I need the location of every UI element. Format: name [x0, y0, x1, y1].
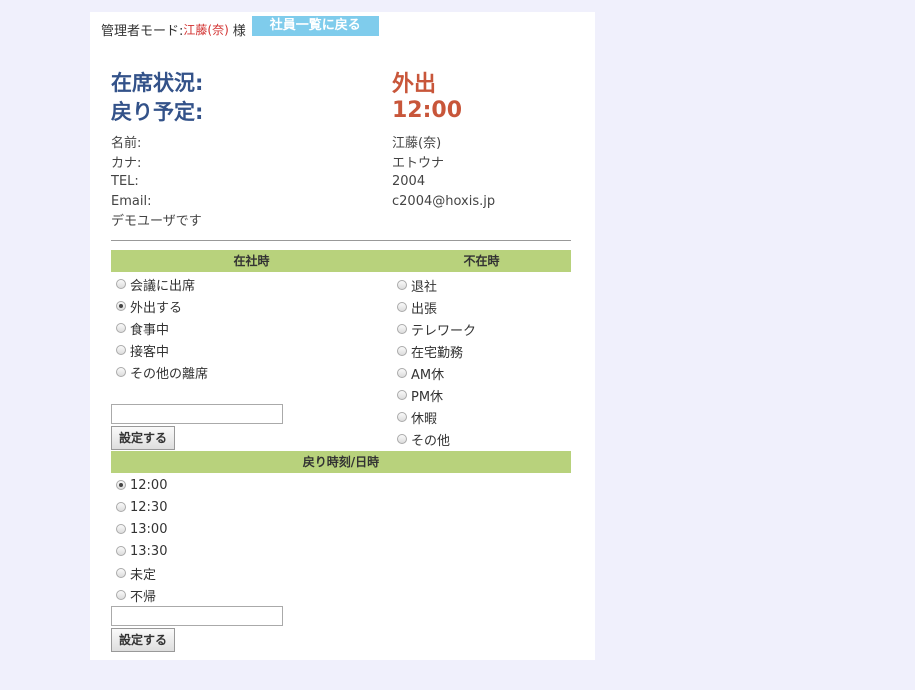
return-time-custom-input[interactable]	[111, 606, 283, 626]
radio-label: 未定	[130, 567, 157, 583]
radio-label: 12:00	[130, 477, 168, 493]
return-time-option[interactable]: 13:30	[111, 540, 167, 562]
back-to-employee-list-button[interactable]: 社員一覧に戻る	[251, 16, 379, 36]
radio-button[interactable]	[116, 590, 126, 600]
name-value: 江藤(奈)	[392, 135, 442, 151]
return-value: 12:00	[392, 98, 463, 123]
radio-label: テレワーク	[411, 323, 477, 339]
return-time-option[interactable]: 12:30	[111, 496, 167, 518]
kana-value: エトウナ	[392, 155, 445, 171]
return-time-option[interactable]: 12:00	[111, 474, 167, 496]
radio-button[interactable]	[397, 368, 407, 378]
presence-row: 在席状況: 外出	[111, 67, 571, 97]
return-label: 戻り予定:	[111, 99, 204, 124]
in-office-option[interactable]: 外出する	[111, 295, 208, 317]
radio-label: 会議に出席	[130, 278, 196, 294]
in-office-set-button[interactable]: 設定する	[111, 426, 176, 450]
radio-label: 在宅勤務	[411, 345, 464, 361]
return-time-set-button[interactable]: 設定する	[111, 628, 176, 652]
return-time-option[interactable]: 未定	[111, 562, 167, 584]
absent-option[interactable]: その他	[392, 428, 476, 450]
radio-button[interactable]	[397, 412, 407, 422]
return-time-options: 12:00 12:30 13:00 13:30 未定不帰	[111, 474, 167, 606]
radio-button[interactable]	[397, 434, 407, 444]
radio-label: 接客中	[130, 344, 170, 360]
in-office-header: 在社時	[111, 250, 392, 272]
in-office-option[interactable]: 食事中	[111, 317, 208, 339]
radio-button[interactable]	[397, 302, 407, 312]
absent-option[interactable]: 在宅勤務	[392, 340, 476, 362]
presence-label: 在席状況:	[111, 70, 204, 95]
absent-option[interactable]: テレワーク	[392, 318, 476, 340]
in-office-option[interactable]: その他の離席	[111, 361, 208, 383]
radio-label: 食事中	[130, 322, 170, 338]
absent-options: 退社出張テレワーク在宅勤務 AM休 PM休休暇その他	[392, 274, 476, 450]
absent-option[interactable]: PM休	[392, 384, 476, 406]
absent-option[interactable]: 休暇	[392, 406, 476, 428]
name-label: 名前:	[111, 135, 142, 151]
email-row: Email: c2004@hoxis.jp	[111, 191, 571, 211]
radio-label: 外出する	[130, 300, 183, 316]
mode-label: 管理者モード:	[101, 23, 184, 39]
kana-label: カナ:	[111, 155, 142, 171]
in-office-options: 会議に出席外出する食事中接客中その他の離席	[111, 273, 208, 383]
radio-label: AM休	[411, 367, 445, 383]
radio-button[interactable]	[397, 324, 407, 334]
radio-button[interactable]	[397, 390, 407, 400]
radio-label: 休暇	[411, 411, 438, 427]
divider	[111, 240, 571, 241]
radio-button[interactable]	[116, 301, 126, 311]
top-bar: 管理者モード: 江藤(奈) 様 社員一覧に戻る	[101, 16, 379, 41]
absent-option[interactable]: 退社	[392, 274, 476, 296]
in-office-option[interactable]: 会議に出席	[111, 273, 208, 295]
radio-button[interactable]	[116, 502, 126, 512]
radio-button[interactable]	[397, 280, 407, 290]
radio-label: 13:00	[130, 521, 168, 537]
return-row: 戻り予定: 12:00	[111, 96, 571, 125]
return-time-header: 戻り時刻/日時	[111, 451, 571, 473]
radio-button[interactable]	[116, 367, 126, 377]
email-label: Email:	[111, 193, 152, 209]
status-panel: 管理者モード: 江藤(奈) 様 社員一覧に戻る 在席状況: 外出 戻り予定: 1…	[90, 12, 595, 660]
radio-label: PM休	[411, 389, 444, 405]
radio-button[interactable]	[116, 524, 126, 534]
absent-header: 不在時	[392, 250, 571, 272]
radio-label: その他の離席	[130, 366, 209, 382]
in-office-option[interactable]: 接客中	[111, 339, 208, 361]
radio-button[interactable]	[116, 568, 126, 578]
radio-button[interactable]	[116, 480, 126, 490]
radio-button[interactable]	[116, 279, 126, 289]
status-summary: 在席状況: 外出 戻り予定: 12:00 名前: 江藤(奈) カナ: エトウナ …	[111, 67, 571, 233]
presence-value: 外出	[392, 71, 437, 97]
return-time-option[interactable]: 不帰	[111, 584, 167, 606]
honorific: 様	[232, 23, 246, 39]
email-value: c2004@hoxis.jp	[392, 193, 496, 209]
radio-label: 13:30	[130, 543, 168, 559]
tel-label: TEL:	[111, 173, 139, 189]
radio-button[interactable]	[116, 345, 126, 355]
name-row: 名前: 江藤(奈)	[111, 131, 571, 151]
radio-label: 退社	[411, 279, 438, 295]
radio-label: 出張	[411, 301, 438, 317]
kana-row: カナ: エトウナ	[111, 151, 571, 171]
tel-value: 2004	[392, 173, 426, 189]
in-office-custom-input[interactable]	[111, 404, 283, 424]
current-user-name: 江藤(奈)	[183, 22, 229, 37]
radio-button[interactable]	[116, 323, 126, 333]
absent-option[interactable]: AM休	[392, 362, 476, 384]
return-time-option[interactable]: 13:00	[111, 518, 167, 540]
radio-label: その他	[411, 433, 451, 449]
absent-option[interactable]: 出張	[392, 296, 476, 318]
user-note: デモユーザです	[111, 214, 202, 229]
radio-button[interactable]	[397, 346, 407, 356]
radio-button[interactable]	[116, 546, 126, 556]
tel-row: TEL: 2004	[111, 171, 571, 191]
radio-label: 12:30	[130, 499, 168, 515]
radio-label: 不帰	[130, 589, 157, 605]
